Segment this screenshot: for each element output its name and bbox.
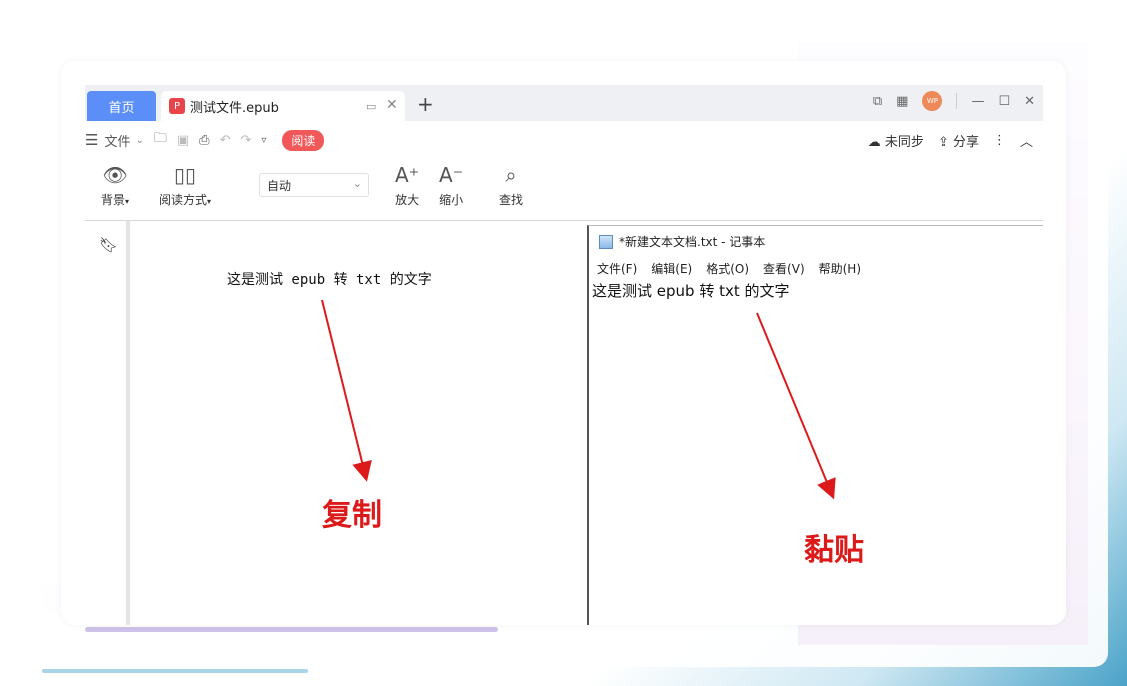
paste-arrow — [756, 312, 836, 500]
copy-arrow — [321, 299, 372, 482]
copy-annotation: 复制 — [322, 498, 382, 533]
annotation-arrows — [321, 299, 836, 500]
paste-annotation: 黏贴 — [804, 533, 864, 568]
